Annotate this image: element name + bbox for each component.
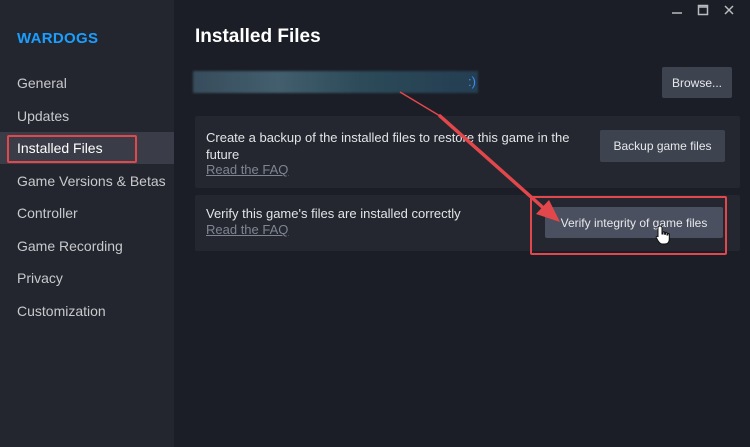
- sidebar-item-game-versions[interactable]: Game Versions & Betas: [0, 165, 174, 197]
- verify-integrity-button[interactable]: Verify integrity of game files: [545, 207, 723, 238]
- page-title: Installed Files: [195, 26, 321, 47]
- sidebar-item-customization[interactable]: Customization: [0, 295, 174, 327]
- game-title: WARDOGS: [17, 30, 99, 47]
- backup-faq-link[interactable]: Read the FAQ: [206, 162, 288, 177]
- backup-description-line1: Create a backup of the installed files t…: [206, 130, 570, 145]
- window-controls: [664, 0, 742, 20]
- verify-description: Verify this game's files are installed c…: [206, 206, 461, 221]
- verify-faq-link[interactable]: Read the FAQ: [206, 222, 288, 237]
- sidebar-item-updates[interactable]: Updates: [0, 100, 174, 132]
- sidebar-item-privacy[interactable]: Privacy: [0, 262, 174, 294]
- backup-game-files-button[interactable]: Backup game files: [600, 130, 725, 162]
- minimize-icon[interactable]: [664, 0, 690, 20]
- sidebar-item-installed-files[interactable]: Installed Files: [0, 132, 174, 164]
- browse-button[interactable]: Browse...: [662, 67, 732, 98]
- maximize-icon[interactable]: [690, 0, 716, 20]
- sidebar-item-game-recording[interactable]: Game Recording: [0, 230, 174, 262]
- sidebar-item-controller[interactable]: Controller: [0, 197, 174, 229]
- close-icon[interactable]: [716, 0, 742, 20]
- sidebar: WARDOGS General Updates Installed Files …: [0, 0, 174, 447]
- install-path-text: :): [468, 74, 476, 89]
- sidebar-item-general[interactable]: General: [0, 67, 174, 99]
- main-panel: Installed Files :) Browse... Create a ba…: [174, 0, 750, 447]
- install-path-blurred: [193, 71, 478, 93]
